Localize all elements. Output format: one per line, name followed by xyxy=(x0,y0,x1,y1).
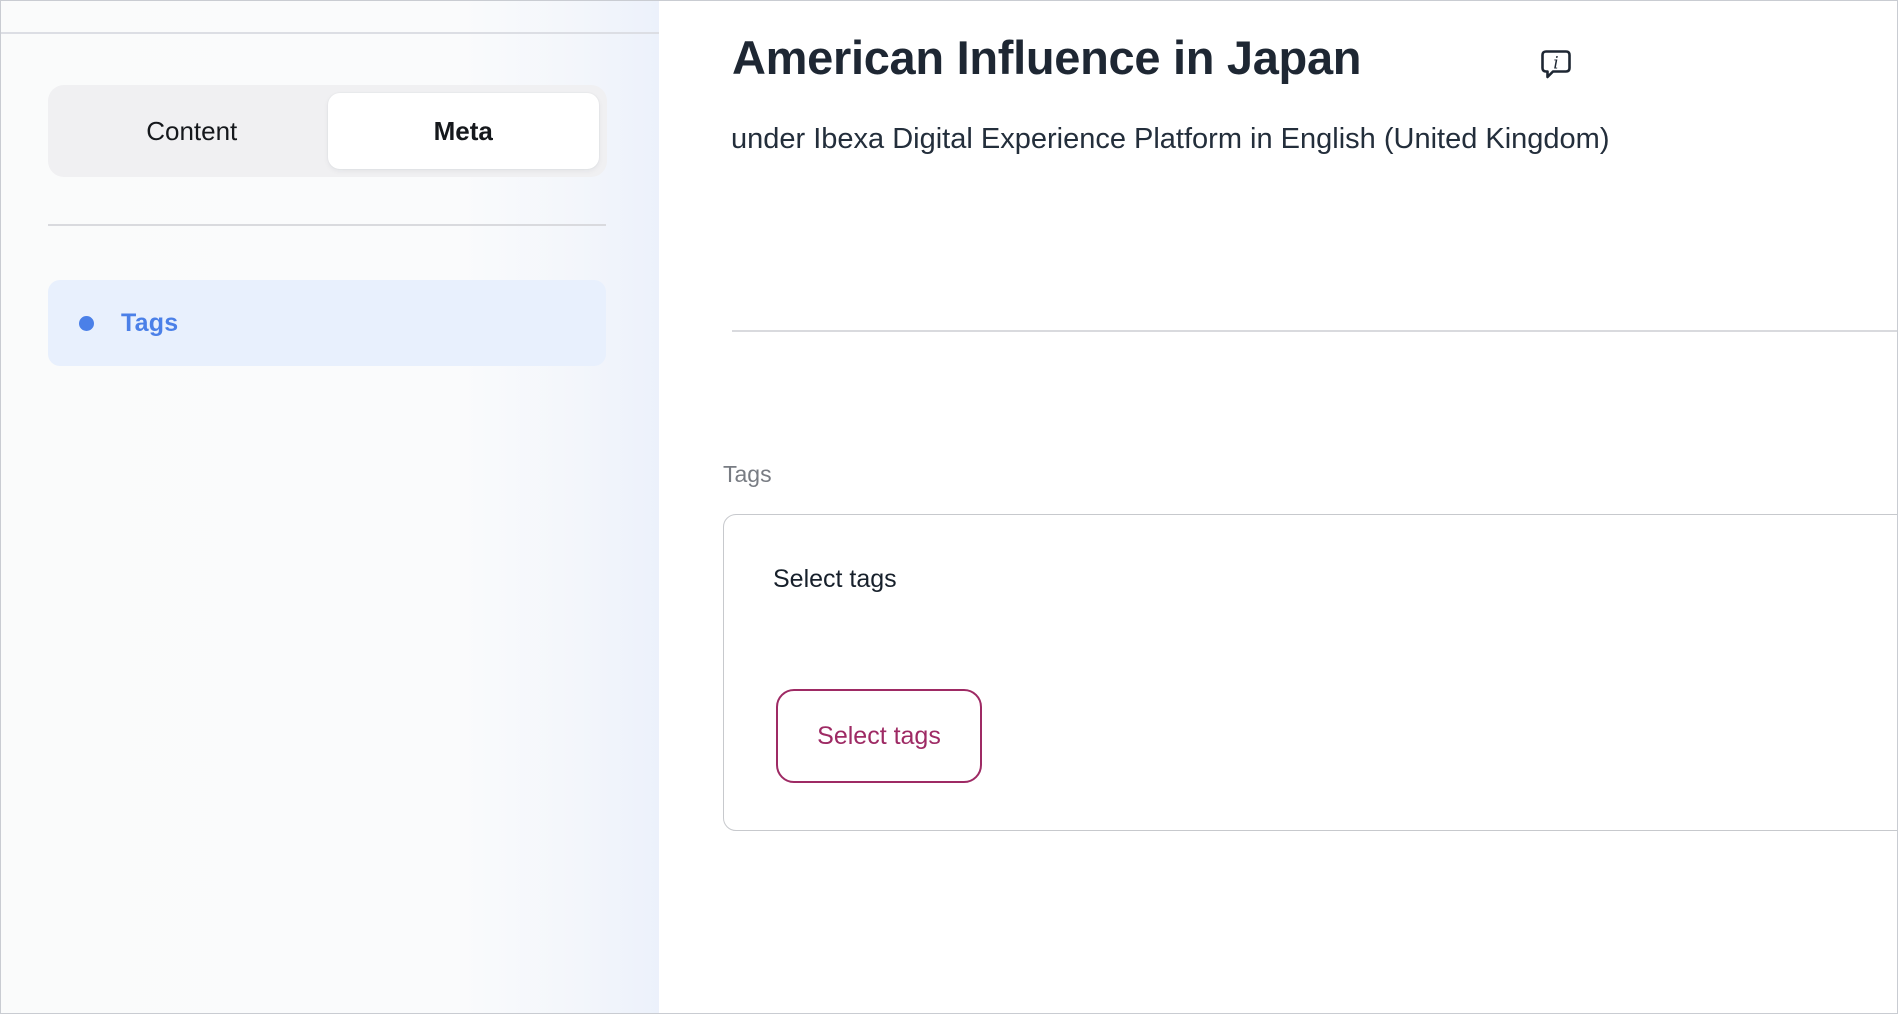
select-tags-button[interactable]: Select tags xyxy=(776,689,982,783)
sidebar-item-tags[interactable]: Tags xyxy=(48,280,606,366)
tab-meta[interactable]: Meta xyxy=(328,93,600,169)
info-tooltip-icon[interactable]: i xyxy=(1539,47,1573,81)
main-content: American Influence in Japan i under Ibex… xyxy=(659,1,1897,1013)
tags-field-label: Tags xyxy=(723,461,772,488)
svg-text:i: i xyxy=(1553,54,1558,74)
sidebar-section-divider xyxy=(48,224,606,226)
content-meta-tab-switcher: Content Meta xyxy=(48,85,607,177)
tags-field-value-label: Select tags xyxy=(773,565,897,594)
content-edit-window: Content Meta Tags American Influence in … xyxy=(0,0,1898,1014)
sidebar-item-label: Tags xyxy=(121,309,178,338)
header-divider xyxy=(732,330,1898,332)
tags-field-group: Select tags Select tags xyxy=(723,514,1898,831)
page-title: American Influence in Japan xyxy=(732,30,1361,86)
tab-content[interactable]: Content xyxy=(56,93,328,169)
sidebar-top-divider xyxy=(1,32,659,34)
page-subtitle: under Ibexa Digital Experience Platform … xyxy=(731,119,1610,159)
active-dot-icon xyxy=(79,316,94,331)
edit-sidebar: Content Meta Tags xyxy=(1,1,659,1014)
